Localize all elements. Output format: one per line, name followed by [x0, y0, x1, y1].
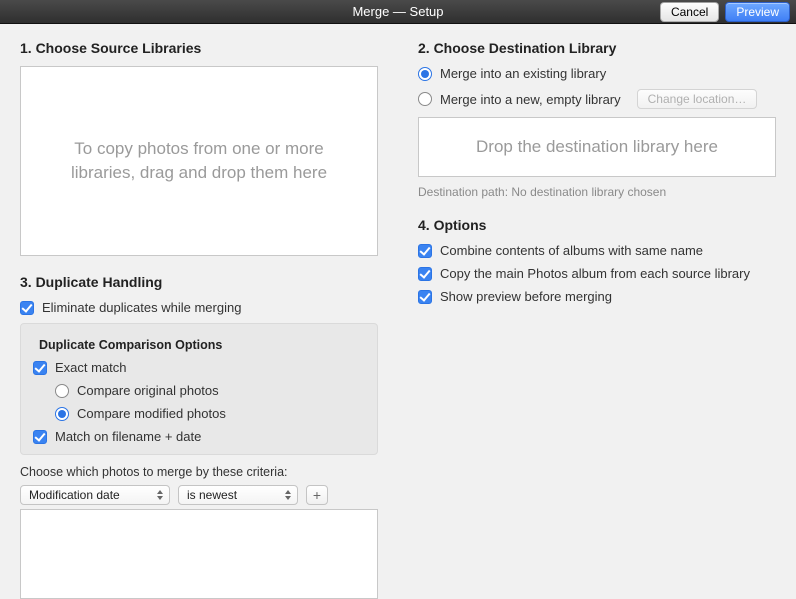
criteria-field-value: Modification date — [29, 488, 120, 502]
exact-match-label: Exact match — [55, 360, 127, 375]
options-heading: 4. Options — [418, 217, 776, 233]
compare-original-radio[interactable]: Compare original photos — [55, 383, 365, 398]
match-filename-checkbox[interactable]: Match on filename + date — [33, 429, 365, 444]
criteria-field-select[interactable]: Modification date — [20, 485, 170, 505]
window-title: Merge — Setup — [352, 4, 443, 19]
merge-existing-label: Merge into an existing library — [440, 66, 606, 81]
cancel-button[interactable]: Cancel — [660, 2, 719, 22]
duplicate-comparison-panel: Duplicate Comparison Options Exact match… — [20, 323, 378, 455]
merge-new-label: Merge into a new, empty library — [440, 92, 621, 107]
checkbox-icon — [418, 267, 432, 281]
match-filename-label: Match on filename + date — [55, 429, 201, 444]
section-duplicate: 3. Duplicate Handling Eliminate duplicat… — [20, 274, 378, 599]
section-options: 4. Options Combine contents of albums wi… — [418, 217, 776, 312]
checkbox-icon — [418, 244, 432, 258]
criteria-operator-select[interactable]: is newest — [178, 485, 298, 505]
destination-drop-hint: Drop the destination library here — [476, 135, 718, 159]
titlebar: Merge — Setup Cancel Preview — [0, 0, 796, 24]
combine-albums-label: Combine contents of albums with same nam… — [440, 243, 703, 258]
merge-existing-radio[interactable]: Merge into an existing library — [418, 66, 776, 81]
eliminate-duplicates-checkbox[interactable]: Eliminate duplicates while merging — [20, 300, 378, 315]
copy-main-album-label: Copy the main Photos album from each sou… — [440, 266, 750, 281]
exact-match-checkbox[interactable]: Exact match — [33, 360, 365, 375]
section-destination: 2. Choose Destination Library Merge into… — [418, 40, 776, 199]
radio-icon — [55, 407, 69, 421]
compare-original-label: Compare original photos — [77, 383, 219, 398]
comparison-subheader: Duplicate Comparison Options — [39, 338, 365, 352]
compare-modified-radio[interactable]: Compare modified photos — [55, 406, 365, 421]
checkbox-icon — [20, 301, 34, 315]
checkbox-icon — [418, 290, 432, 304]
show-preview-label: Show preview before merging — [440, 289, 612, 304]
destination-heading: 2. Choose Destination Library — [418, 40, 776, 56]
criteria-label: Choose which photos to merge by these cr… — [20, 465, 378, 479]
section-source: 1. Choose Source Libraries To copy photo… — [20, 40, 378, 256]
plus-icon: + — [313, 487, 321, 503]
merge-new-radio[interactable]: Merge into a new, empty library Change l… — [418, 89, 776, 109]
source-drop-hint: To copy photos from one or more librarie… — [49, 137, 349, 185]
radio-icon — [55, 384, 69, 398]
compare-modified-label: Compare modified photos — [77, 406, 226, 421]
radio-icon — [418, 92, 432, 106]
duplicate-heading: 3. Duplicate Handling — [20, 274, 378, 290]
show-preview-checkbox[interactable]: Show preview before merging — [418, 289, 776, 304]
destination-dropzone[interactable]: Drop the destination library here — [418, 117, 776, 177]
checkbox-icon — [33, 361, 47, 375]
change-location-button[interactable]: Change location… — [637, 89, 758, 109]
checkbox-icon — [33, 430, 47, 444]
preview-button[interactable]: Preview — [725, 2, 790, 22]
combine-albums-checkbox[interactable]: Combine contents of albums with same nam… — [418, 243, 776, 258]
eliminate-label: Eliminate duplicates while merging — [42, 300, 241, 315]
source-dropzone[interactable]: To copy photos from one or more librarie… — [20, 66, 378, 256]
criteria-list[interactable] — [20, 509, 378, 599]
add-criteria-button[interactable]: + — [306, 485, 328, 505]
source-heading: 1. Choose Source Libraries — [20, 40, 378, 56]
radio-icon — [418, 67, 432, 81]
copy-main-album-checkbox[interactable]: Copy the main Photos album from each sou… — [418, 266, 776, 281]
criteria-operator-value: is newest — [187, 488, 237, 502]
destination-path: Destination path: No destination library… — [418, 185, 776, 199]
